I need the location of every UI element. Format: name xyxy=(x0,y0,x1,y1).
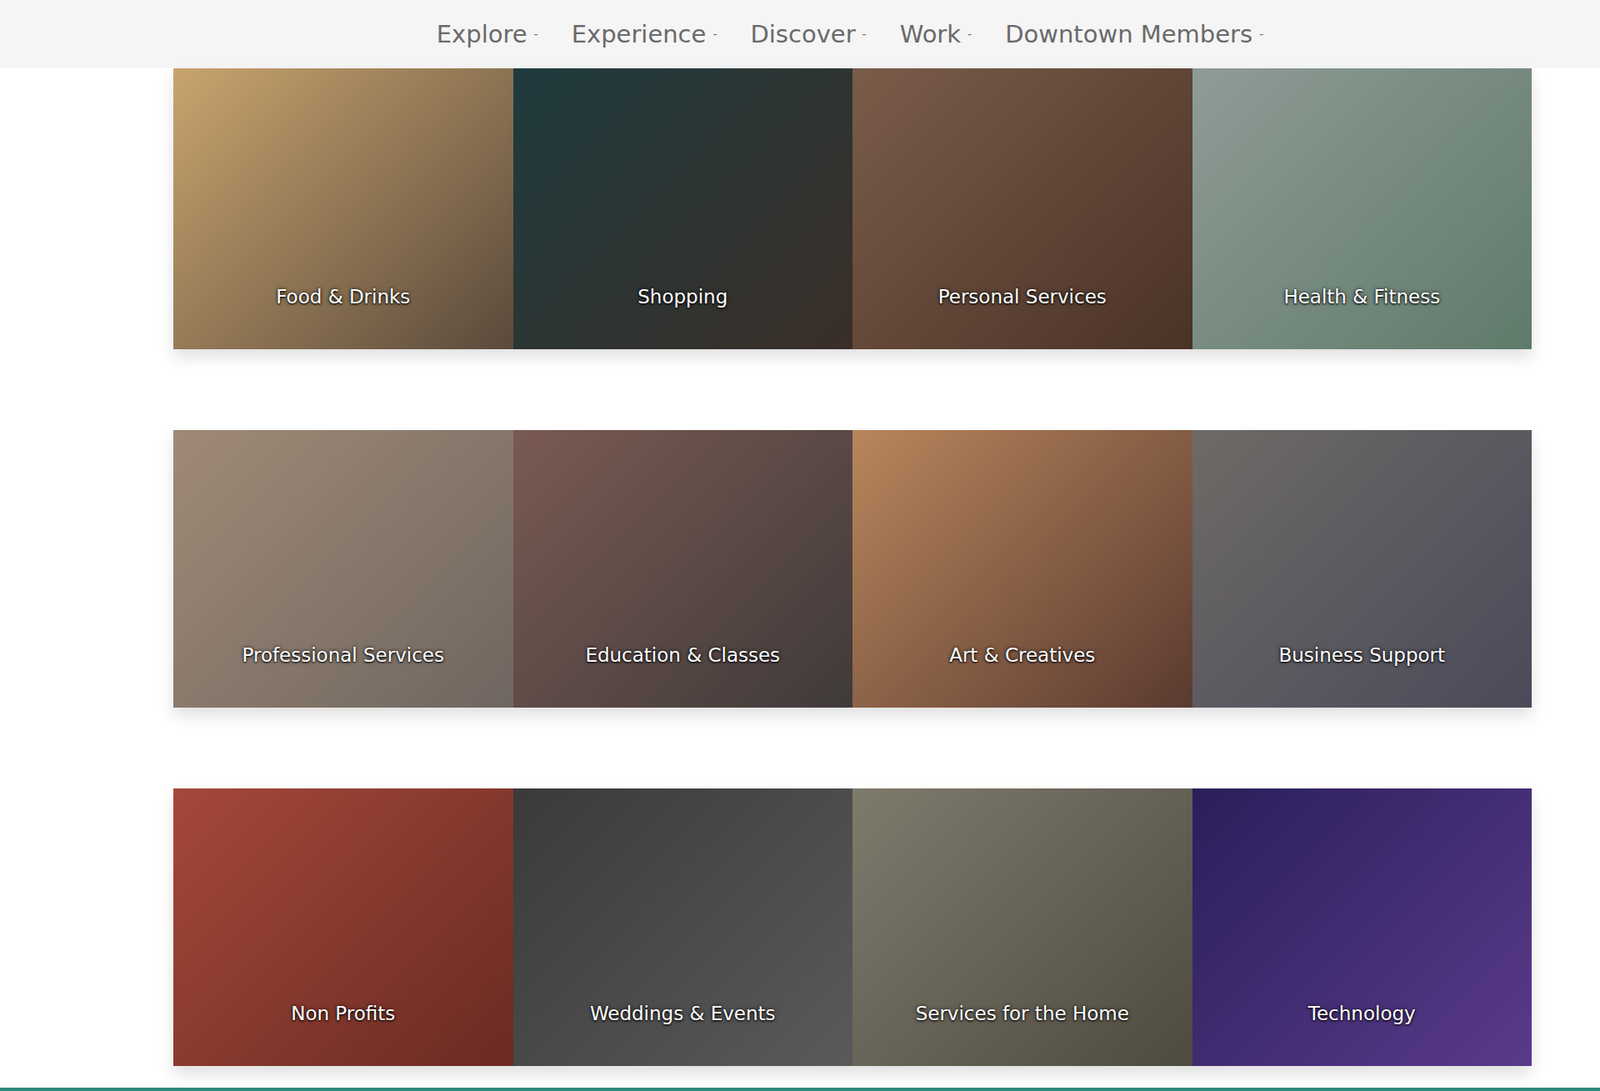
nav-label[interactable]: Discover xyxy=(750,20,855,49)
category-tile[interactable]: Weddings & Events xyxy=(513,788,854,1066)
category-label[interactable]: Business Support xyxy=(1278,644,1445,666)
category-tile[interactable]: Food & Drinks xyxy=(173,68,514,350)
dropdown-caret-icon[interactable]: - xyxy=(712,27,717,41)
nav-item[interactable]: Experience- xyxy=(571,20,718,49)
category-grid: Food & Drinks Shopping Personal Services He… xyxy=(0,68,1600,1066)
category-label[interactable]: Personal Services xyxy=(938,285,1107,308)
dropdown-caret-icon[interactable]: - xyxy=(534,27,539,41)
category-row: Professional Services Education & Classes… xyxy=(173,430,1532,708)
category-tile[interactable]: Non Profits xyxy=(173,788,514,1066)
category-label[interactable]: Education & Classes xyxy=(585,644,780,666)
category-tile[interactable]: Education & Classes xyxy=(513,430,854,708)
category-label[interactable]: Technology xyxy=(1308,1002,1416,1025)
category-label[interactable]: Weddings & Events xyxy=(590,1002,776,1025)
category-label[interactable]: Services for the Home xyxy=(915,1002,1130,1025)
top-nav: Explore-Experience-Discover-Work-Downtow… xyxy=(0,0,1600,69)
nav-item[interactable]: Explore- xyxy=(436,20,539,49)
category-label[interactable]: Professional Services xyxy=(241,644,445,666)
category-tile[interactable]: Business Support xyxy=(1192,430,1533,708)
category-label[interactable]: Art & Creatives xyxy=(949,644,1095,666)
category-tile[interactable]: Health & Fitness xyxy=(1192,68,1533,350)
footer-edge xyxy=(0,1087,1600,1091)
category-label[interactable]: Non Profits xyxy=(290,1002,395,1025)
dropdown-caret-icon[interactable]: - xyxy=(967,27,972,41)
category-row: Food & Drinks Shopping Personal Services He… xyxy=(173,68,1532,350)
nav-label[interactable]: Experience xyxy=(571,20,707,49)
nav-item[interactable]: Discover- xyxy=(750,20,866,49)
category-tile[interactable]: Professional Services xyxy=(173,430,514,708)
nav-item[interactable]: Work- xyxy=(900,20,973,49)
category-row: Non Profits Weddings & Events Services for… xyxy=(173,788,1532,1066)
category-tile[interactable]: Personal Services xyxy=(852,68,1193,350)
nav-item[interactable]: Downtown Members- xyxy=(1005,20,1264,49)
category-label[interactable]: Shopping xyxy=(637,285,728,308)
category-label[interactable]: Food & Drinks xyxy=(275,285,410,308)
dropdown-caret-icon[interactable]: - xyxy=(1259,27,1264,41)
nav-label[interactable]: Explore xyxy=(436,20,528,49)
nav-label[interactable]: Downtown Members xyxy=(1005,20,1253,49)
nav-label[interactable]: Work xyxy=(900,20,961,49)
category-tile[interactable]: Technology xyxy=(1192,788,1533,1066)
dropdown-caret-icon[interactable]: - xyxy=(862,27,867,41)
category-tile[interactable]: Shopping xyxy=(513,68,854,350)
category-label[interactable]: Health & Fitness xyxy=(1283,285,1440,308)
category-tile[interactable]: Art & Creatives xyxy=(852,430,1193,708)
category-tile[interactable]: Services for the Home xyxy=(852,788,1193,1066)
page: Explore-Experience-Discover-Work-Downtow… xyxy=(0,0,1600,1091)
